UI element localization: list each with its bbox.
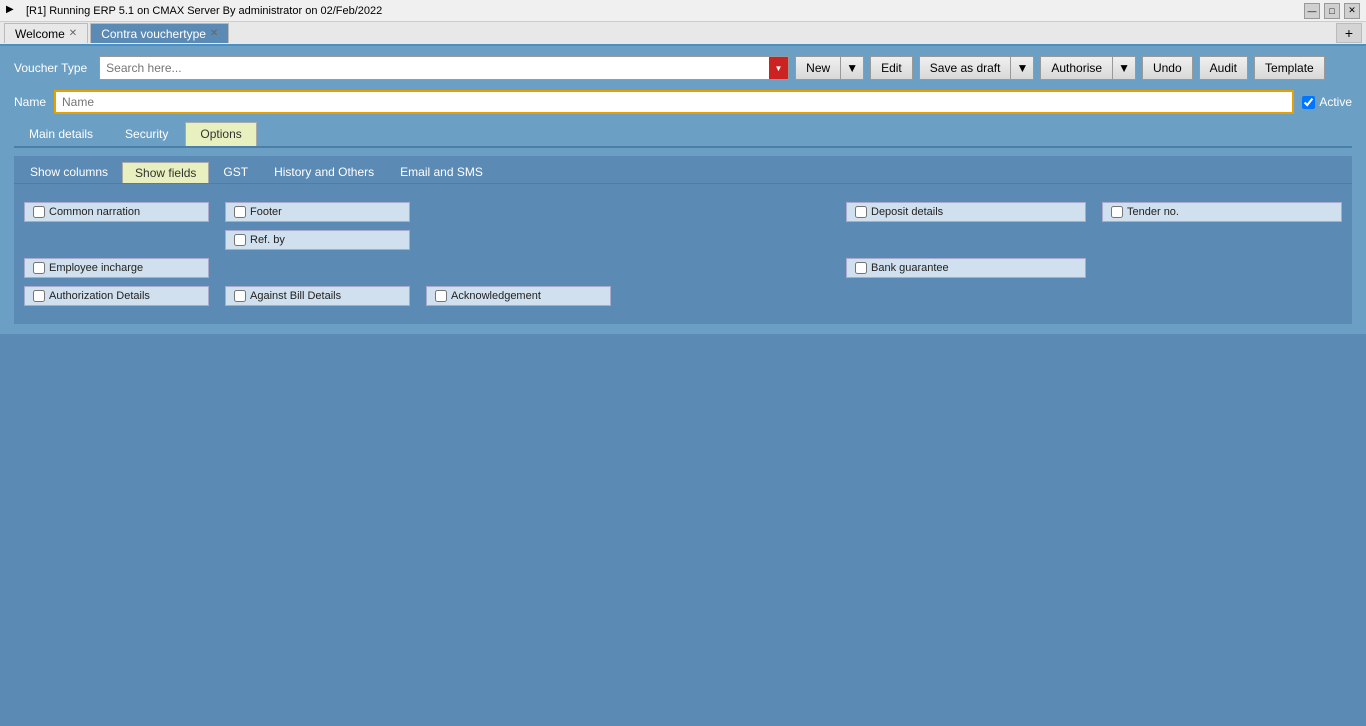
minimize-button[interactable]: — <box>1304 3 1320 19</box>
audit-button[interactable]: Audit <box>1199 56 1248 80</box>
checkbox-against-bill-details[interactable] <box>234 290 246 302</box>
app-icon: ▶ <box>6 4 20 18</box>
field-authorization-details: Authorization Details <box>24 286 209 306</box>
tab-main-details[interactable]: Main details <box>14 122 108 146</box>
tab-welcome-close[interactable]: ✕ <box>69 28 77 39</box>
fields-row-1: Common narration Footer Deposit details … <box>24 202 1342 222</box>
toolbar: Voucher Type ▼ New ▼ Edit Save as draft … <box>14 56 1352 80</box>
voucher-type-label: Voucher Type <box>14 61 87 75</box>
label-employee-incharge: Employee incharge <box>49 262 143 274</box>
tab-security[interactable]: Security <box>110 122 183 146</box>
checkbox-tender-no[interactable] <box>1111 206 1123 218</box>
label-authorization-details: Authorization Details <box>49 290 150 302</box>
sub-tab-gst[interactable]: GST <box>211 162 260 183</box>
authorise-group: Authorise ▼ <box>1040 56 1136 80</box>
checkbox-footer[interactable] <box>234 206 246 218</box>
label-bank-guarantee: Bank guarantee <box>871 262 949 274</box>
label-tender-no: Tender no. <box>1127 206 1179 218</box>
tab-contra-vouchertype[interactable]: Contra vouchertype ✕ <box>90 23 229 43</box>
authorise-dropdown[interactable]: ▼ <box>1113 56 1136 80</box>
label-common-narration: Common narration <box>49 206 140 218</box>
label-footer: Footer <box>250 206 282 218</box>
checkbox-authorization-details[interactable] <box>33 290 45 302</box>
save-draft-dropdown[interactable]: ▼ <box>1011 56 1034 80</box>
active-checkbox[interactable] <box>1302 96 1315 109</box>
tab-welcome-label: Welcome <box>15 27 65 41</box>
close-button[interactable]: ✕ <box>1344 3 1360 19</box>
sub-tab-show-columns[interactable]: Show columns <box>18 162 120 183</box>
fields-row-3: Employee incharge Bank guarantee <box>24 258 1342 278</box>
maximize-button[interactable]: □ <box>1324 3 1340 19</box>
tab-contra-close[interactable]: ✕ <box>210 28 218 39</box>
sub-tabs: Show columns Show fields GST History and… <box>14 162 1352 184</box>
field-bank-guarantee: Bank guarantee <box>846 258 1086 278</box>
name-input[interactable] <box>54 90 1294 114</box>
voucher-type-dropdown-btn[interactable]: ▼ <box>769 57 788 79</box>
field-ref-by: Ref. by <box>225 230 410 250</box>
checkbox-bank-guarantee[interactable] <box>855 262 867 274</box>
field-against-bill-details: Against Bill Details <box>225 286 410 306</box>
fields-area: Common narration Footer Deposit details … <box>14 198 1352 318</box>
active-checkbox-label[interactable]: Active <box>1302 95 1352 109</box>
template-button[interactable]: Template <box>1254 56 1325 80</box>
label-deposit-details: Deposit details <box>871 206 943 218</box>
fields-row-2: Ref. by <box>24 230 1342 250</box>
main-tabs: Main details Security Options <box>14 122 1352 148</box>
label-against-bill-details: Against Bill Details <box>250 290 341 302</box>
tab-bar: Welcome ✕ Contra vouchertype ✕ + <box>0 22 1366 46</box>
save-draft-group: Save as draft ▼ <box>919 56 1035 80</box>
title-text: [R1] Running ERP 5.1 on CMAX Server By a… <box>26 5 382 17</box>
label-ref-by: Ref. by <box>250 234 285 246</box>
title-bar: ▶ [R1] Running ERP 5.1 on CMAX Server By… <box>0 0 1366 22</box>
name-row: Name Active <box>14 90 1352 114</box>
new-dropdown-button[interactable]: ▼ <box>841 56 864 80</box>
field-tender-no: Tender no. <box>1102 202 1342 222</box>
tab-options[interactable]: Options <box>185 122 256 146</box>
label-acknowledgement: Acknowledgement <box>451 290 541 302</box>
save-as-draft-button[interactable]: Save as draft <box>919 56 1012 80</box>
new-tab-button[interactable]: + <box>1336 23 1362 43</box>
checkbox-acknowledgement[interactable] <box>435 290 447 302</box>
field-deposit-details: Deposit details <box>846 202 1086 222</box>
checkbox-deposit-details[interactable] <box>855 206 867 218</box>
field-acknowledgement: Acknowledgement <box>426 286 611 306</box>
sub-tab-email-sms[interactable]: Email and SMS <box>388 162 495 183</box>
sub-tab-show-fields[interactable]: Show fields <box>122 162 209 183</box>
tab-welcome[interactable]: Welcome ✕ <box>4 23 88 43</box>
voucher-type-input[interactable] <box>100 57 769 79</box>
sub-tab-history[interactable]: History and Others <box>262 162 386 183</box>
edit-button[interactable]: Edit <box>870 56 913 80</box>
fields-row-4: Authorization Details Against Bill Detai… <box>24 286 1342 306</box>
form-container: Show columns Show fields GST History and… <box>14 156 1352 324</box>
main-content: Voucher Type ▼ New ▼ Edit Save as draft … <box>0 46 1366 334</box>
checkbox-ref-by[interactable] <box>234 234 246 246</box>
checkbox-employee-incharge[interactable] <box>33 262 45 274</box>
name-field-label: Name <box>14 95 46 109</box>
new-button[interactable]: New <box>795 56 841 80</box>
active-label: Active <box>1319 95 1352 109</box>
checkbox-common-narration[interactable] <box>33 206 45 218</box>
field-employee-incharge: Employee incharge <box>24 258 209 278</box>
undo-button[interactable]: Undo <box>1142 56 1193 80</box>
new-button-group: New ▼ <box>795 56 864 80</box>
voucher-type-search[interactable]: ▼ <box>99 56 789 80</box>
field-common-narration: Common narration <box>24 202 209 222</box>
tab-contra-label: Contra vouchertype <box>101 27 206 41</box>
authorise-button[interactable]: Authorise <box>1040 56 1113 80</box>
field-footer: Footer <box>225 202 410 222</box>
